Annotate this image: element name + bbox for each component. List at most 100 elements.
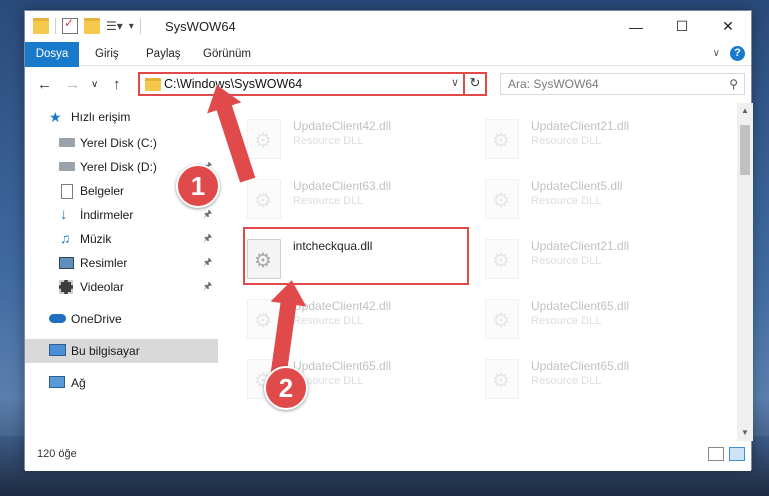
details-view-icon[interactable] [708,447,724,461]
drive-icon [59,162,75,171]
back-arrow-icon[interactable]: ← [37,76,52,93]
address-dropdown-icon[interactable]: ∨ [451,76,459,89]
sidebar-item-pictures[interactable]: Resimler 🖈 [25,251,218,275]
scrollbar-thumb[interactable] [740,125,750,175]
file-item[interactable]: ⚙ UpdateClient21.dll Resource DLL [475,111,700,167]
file-item[interactable]: ⚙ UpdateClient5.dll Resource DLL [475,171,700,227]
sidebar-item-label: Resimler [80,256,128,270]
dll-file-icon: ⚙ [247,179,281,219]
divider [139,18,141,34]
file-type: Resource DLL [293,315,364,327]
sidebar-item-label: Hızlı erişim [71,110,131,124]
large-icons-view-icon[interactable] [729,447,745,461]
star-icon: ★ [49,109,62,125]
file-name: UpdateClient42.dll [293,119,392,133]
file-type: Resource DLL [531,315,602,327]
window-controls: — ☐ ✕ [613,11,751,42]
sidebar-item-this-pc[interactable]: Bu bilgisayar [25,339,218,363]
download-icon: ↓ [60,206,68,223]
scroll-up-icon[interactable]: ▲ [737,103,753,119]
folder-icon [145,78,161,91]
sidebar-item-label: Videolar [80,280,124,294]
properties-icon[interactable] [62,16,78,34]
ribbon-right-controls: ∨ ? [713,46,745,61]
file-name: UpdateClient42.dll [293,299,392,313]
toolbar-dropdown-icon[interactable]: ▾ [129,21,134,32]
sidebar-item-quick-access[interactable]: ★ Hızlı erişim [25,105,218,129]
window-title: SysWOW64 [165,19,236,34]
dll-file-icon: ⚙ [485,239,519,279]
file-type: Resource DLL [293,195,364,207]
annotation-badge-1: 1 [176,164,220,208]
dll-file-icon: ⚙ [247,119,281,159]
sidebar-item-label: Ağ [71,376,86,390]
search-input[interactable]: Ara: SysWOW64 ⚲ [500,73,745,95]
pictures-icon [59,257,74,269]
dll-file-icon: ⚙ [485,299,519,339]
file-item[interactable]: ⚙ UpdateClient65.dll Resource DLL [475,291,700,347]
network-icon [49,376,65,388]
forward-arrow-icon[interactable]: → [65,76,80,93]
close-button[interactable]: ✕ [705,11,751,42]
file-type: Resource DLL [531,195,602,207]
file-item[interactable]: ⚙ UpdateClient63.dll Resource DLL [237,171,462,227]
file-name: UpdateClient5.dll [531,179,623,193]
sidebar-item-music[interactable]: ♫ Müzik 🖈 [25,227,218,251]
computer-icon [49,344,66,356]
title-bar: ☰▾ ▾ SysWOW64 — ☐ ✕ [25,11,751,42]
annotation-badge-2: 2 [264,366,308,410]
file-type: Resource DLL [293,135,364,147]
drive-icon [59,138,75,147]
navigation-bar: ← → ∨ ↑ C:\Windows\SysWOW64 ∨ ↻ Ara: Sys… [25,67,751,101]
dll-file-icon: ⚙ [485,179,519,219]
file-type: Resource DLL [531,255,602,267]
file-type: Resource DLL [531,375,602,387]
ribbon-tabs: Dosya Giriş Paylaş Görünüm ∨ ? [25,42,751,98]
new-folder-icon[interactable] [84,18,100,34]
refresh-icon[interactable]: ↻ [463,72,485,96]
file-highlight-box [243,227,469,285]
sidebar-item-label: Bu bilgisayar [71,344,140,358]
sidebar-item-label: Yerel Disk (C:) [80,136,157,150]
help-icon[interactable]: ? [730,46,745,61]
maximize-button[interactable]: ☐ [659,11,705,42]
pin-icon[interactable]: 🖈 [203,231,212,248]
sidebar-item-label: OneDrive [71,312,122,326]
item-count: 120 öğe [37,448,77,460]
sidebar-item-disk-c[interactable]: Yerel Disk (C:) [25,131,218,155]
file-name: UpdateClient65.dll [293,359,392,373]
file-item[interactable]: ⚙ UpdateClient21.dll Resource DLL [475,231,700,287]
file-name: UpdateClient63.dll [293,179,392,193]
sidebar-item-onedrive[interactable]: OneDrive [25,307,218,331]
file-item[interactable]: ⚙ UpdateClient42.dll Resource DLL [237,111,462,167]
pin-icon[interactable]: 🖈 [203,207,212,224]
view-switcher [708,447,745,461]
tab-home[interactable]: Giriş [95,42,119,66]
expand-ribbon-icon[interactable]: ∨ [713,48,720,59]
pin-icon[interactable]: 🖈 [203,279,212,296]
sidebar-item-label: İndirmeler [80,208,134,222]
tab-view[interactable]: Görünüm [203,42,251,66]
status-bar: 120 öğe [25,441,751,471]
cloud-icon [49,314,66,323]
recent-locations-icon[interactable]: ∨ [91,79,98,90]
file-item[interactable]: ⚙ UpdateClient65.dll Resource DLL [475,351,700,407]
navigation-pane: ★ Hızlı erişim Yerel Disk (C:) Yerel Dis… [25,103,218,441]
customize-toolbar-icon[interactable]: ☰▾ [106,19,123,33]
vertical-scrollbar[interactable]: ▲ ▼ [737,103,753,441]
scroll-down-icon[interactable]: ▼ [737,425,753,441]
sidebar-item-label: Yerel Disk (D:) [80,160,157,174]
search-placeholder: Ara: SysWOW64 [508,77,599,91]
sidebar-item-videos[interactable]: Videolar 🖈 [25,275,218,299]
sidebar-item-downloads[interactable]: ↓ İndirmeler 🖈 [25,203,218,227]
dll-file-icon: ⚙ [485,359,519,399]
sidebar-item-network[interactable]: Ağ [25,371,218,395]
dll-file-icon: ⚙ [485,119,519,159]
search-icon: ⚲ [729,77,738,91]
documents-icon [61,184,73,199]
up-arrow-icon[interactable]: ↑ [113,76,121,93]
pin-icon[interactable]: 🖈 [203,255,212,272]
tab-share[interactable]: Paylaş [146,42,181,66]
address-bar[interactable]: C:\Windows\SysWOW64 ∨ ↻ [138,72,487,96]
minimize-button[interactable]: — [613,11,659,42]
